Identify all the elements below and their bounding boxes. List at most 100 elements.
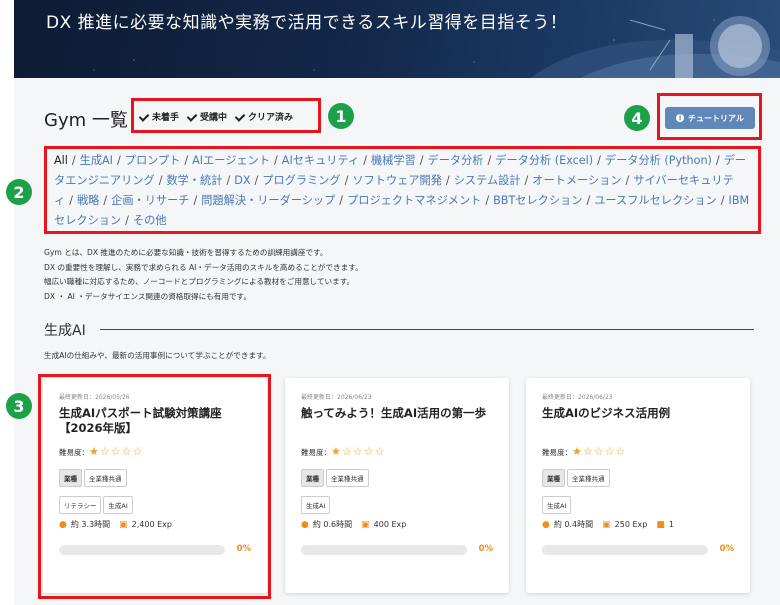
category-separator: / xyxy=(69,194,73,207)
intro-line: 幅広い職種に対応するため、ノーコードとプログラミングによる教材をご用意しています… xyxy=(44,277,355,286)
difficulty-stars-icon: ★☆☆☆☆ xyxy=(331,445,386,458)
category-separator: / xyxy=(339,194,344,207)
category-link[interactable]: 企画・リサーチ xyxy=(111,194,189,207)
gym-intro: Gym とは、DX 推進のために必要な知識・技術を習得するための訓練用講座です。… xyxy=(44,246,363,304)
course-card[interactable]: 最終更新日：2026/06/23 触ってみよう！生成AI活用の第一歩 難易度：★… xyxy=(285,378,509,593)
category-link[interactable]: プロンプト xyxy=(125,154,181,167)
card-meta: ● 約 0.6時間 ▣ 400 Exp xyxy=(301,519,406,530)
card-tag-row: 生成AI xyxy=(301,496,331,514)
intro-line: DX ・ AI ・データサイエンス関連の資格取得にも有用です。 xyxy=(44,291,251,301)
category-link[interactable]: DX xyxy=(234,174,250,187)
annotation-badge-2: 2 xyxy=(6,179,32,205)
filter-in-progress-checkbox[interactable]: 受講中 xyxy=(187,110,227,123)
card-progress-percent: 0% xyxy=(478,544,493,554)
info-icon: i xyxy=(676,114,685,122)
card-progress-bar xyxy=(542,545,708,555)
hero-heading: DX 推進に必要な知識や実務で活用できるスキル習得を目指そう！ xyxy=(46,13,568,33)
category-separator: / xyxy=(254,174,259,187)
category-link[interactable]: BBTセレクション xyxy=(493,194,582,207)
category-separator: / xyxy=(445,174,450,187)
category-link[interactable]: 生成AI xyxy=(80,154,113,167)
filter-not-started-label: 未着手 xyxy=(152,113,180,123)
category-separator: / xyxy=(193,194,198,207)
course-card[interactable]: 最終更新日：2026/06/23 生成AIのビジネス活用例 難易度：★☆☆☆☆ … xyxy=(526,378,750,593)
filter-cleared-label: クリア済み xyxy=(248,113,294,123)
card-meta: ● 約 0.4時間 ▣ 250 Exp ■ 1 xyxy=(542,519,674,530)
category-separator: / xyxy=(344,174,349,187)
filter-not-started-checkbox[interactable]: 未着手 xyxy=(139,110,179,123)
category-separator: / xyxy=(720,194,725,207)
card-difficulty: 難易度：★☆☆☆☆ xyxy=(542,445,626,458)
card-title[interactable]: 触ってみよう！生成AI活用の第一歩 xyxy=(301,406,496,421)
category-separator: / xyxy=(226,174,231,187)
category-separator: / xyxy=(715,154,720,167)
category-separator: / xyxy=(158,174,163,187)
card-title[interactable]: 生成AIのビジネス活用例 xyxy=(542,406,737,421)
category-link[interactable]: プログラミング xyxy=(262,174,340,187)
card-duration: 約 0.4時間 xyxy=(553,520,594,529)
card-industry-row: 業種 全業種共通 xyxy=(542,469,610,487)
category-link[interactable]: その他 xyxy=(133,214,167,227)
category-link[interactable]: データ分析 (Excel) xyxy=(495,154,593,167)
gift-icon: ▣ xyxy=(602,519,611,530)
card-updated-date: 最終更新日：2026/06/23 xyxy=(542,394,613,401)
category-separator: / xyxy=(487,154,492,167)
card-progress-bar xyxy=(301,545,467,555)
category-separator: / xyxy=(625,174,630,187)
category-link[interactable]: 数学・統計 xyxy=(166,174,222,187)
category-link[interactable]: 機械学習 xyxy=(371,154,416,167)
intro-line: Gym とは、DX 推進のために必要な知識・技術を習得するための訓練用講座です。 xyxy=(44,248,328,257)
card-tag-row: 生成AI xyxy=(542,496,572,514)
category-separator: / xyxy=(116,154,121,167)
category-separator: / xyxy=(419,154,424,167)
filter-in-progress-label: 受講中 xyxy=(200,113,228,123)
topic-tag[interactable]: 生成AI xyxy=(542,496,572,514)
category-link[interactable]: All xyxy=(54,154,68,167)
card-duration: 約 0.6時間 xyxy=(312,520,353,529)
category-separator: / xyxy=(184,154,189,167)
category-separator: / xyxy=(485,194,490,207)
difficulty-label: 難易度： xyxy=(542,448,572,457)
category-link[interactable]: AIセキュリティ xyxy=(282,154,359,167)
industry-label-tag: 業種 xyxy=(542,469,565,487)
annotation-badge-1: 1 xyxy=(328,103,354,129)
card-updated-date: 最終更新日：2026/06/23 xyxy=(301,394,372,401)
category-link[interactable]: データ分析 (Python) xyxy=(605,154,712,167)
section-divider xyxy=(100,329,754,330)
comment-icon: ■ xyxy=(656,519,665,530)
difficulty-label: 難易度： xyxy=(301,448,331,457)
checkmark-icon xyxy=(139,112,149,122)
industry-tag: 全業種共通 xyxy=(326,469,369,487)
difficulty-stars-icon: ★☆☆☆☆ xyxy=(572,445,627,458)
clock-icon: ● xyxy=(542,519,550,530)
category-link[interactable]: ソフトウェア開発 xyxy=(352,174,442,187)
hero-banner: DX 推進に必要な知識や実務で活用できるスキル習得を目指そう！ xyxy=(14,0,780,78)
category-link[interactable]: 問題解決・リーダーシップ xyxy=(201,194,335,207)
category-link[interactable]: 戦略 xyxy=(77,194,99,207)
category-separator: / xyxy=(103,194,108,207)
checkmark-icon xyxy=(187,112,197,122)
topic-tag[interactable]: 生成AI xyxy=(301,496,331,514)
category-link[interactable]: プロジェクトマネジメント xyxy=(347,194,481,207)
tutorial-button-label: チュートリアル xyxy=(688,113,744,123)
annotation-badge-4: 4 xyxy=(624,105,650,131)
industry-tag: 全業種共通 xyxy=(567,469,610,487)
annotation-box-card xyxy=(38,374,271,599)
page-title: Gym 一覧 xyxy=(44,110,128,131)
intro-line: DX の重要性を理解し、実務で求められる AI・データ活用のスキルを高めることが… xyxy=(44,262,363,272)
category-link[interactable]: システム設計 xyxy=(454,174,521,187)
category-separator: / xyxy=(586,194,591,207)
gym-title-row: Gym 一覧 xyxy=(44,106,136,132)
category-link[interactable]: AIエージェント xyxy=(192,154,270,167)
category-separator: / xyxy=(274,154,278,167)
category-link[interactable]: データ分析 xyxy=(428,154,484,167)
card-comment-count: 1 xyxy=(668,520,674,529)
annotation-badge-3: 3 xyxy=(6,393,32,419)
card-difficulty: 難易度：★☆☆☆☆ xyxy=(301,445,385,458)
filter-cleared-checkbox[interactable]: クリア済み xyxy=(235,110,293,123)
section-title: 生成AI xyxy=(44,323,86,339)
category-link-list: All / 生成AI / プロンプト / AIエージェント / AIセキュリティ / 機械学習 / デー… xyxy=(54,151,754,231)
tutorial-button[interactable]: i チュートリアル xyxy=(665,107,755,129)
category-link[interactable]: オートメーション xyxy=(532,174,621,187)
category-link[interactable]: ユースフルセレクション xyxy=(594,194,717,207)
